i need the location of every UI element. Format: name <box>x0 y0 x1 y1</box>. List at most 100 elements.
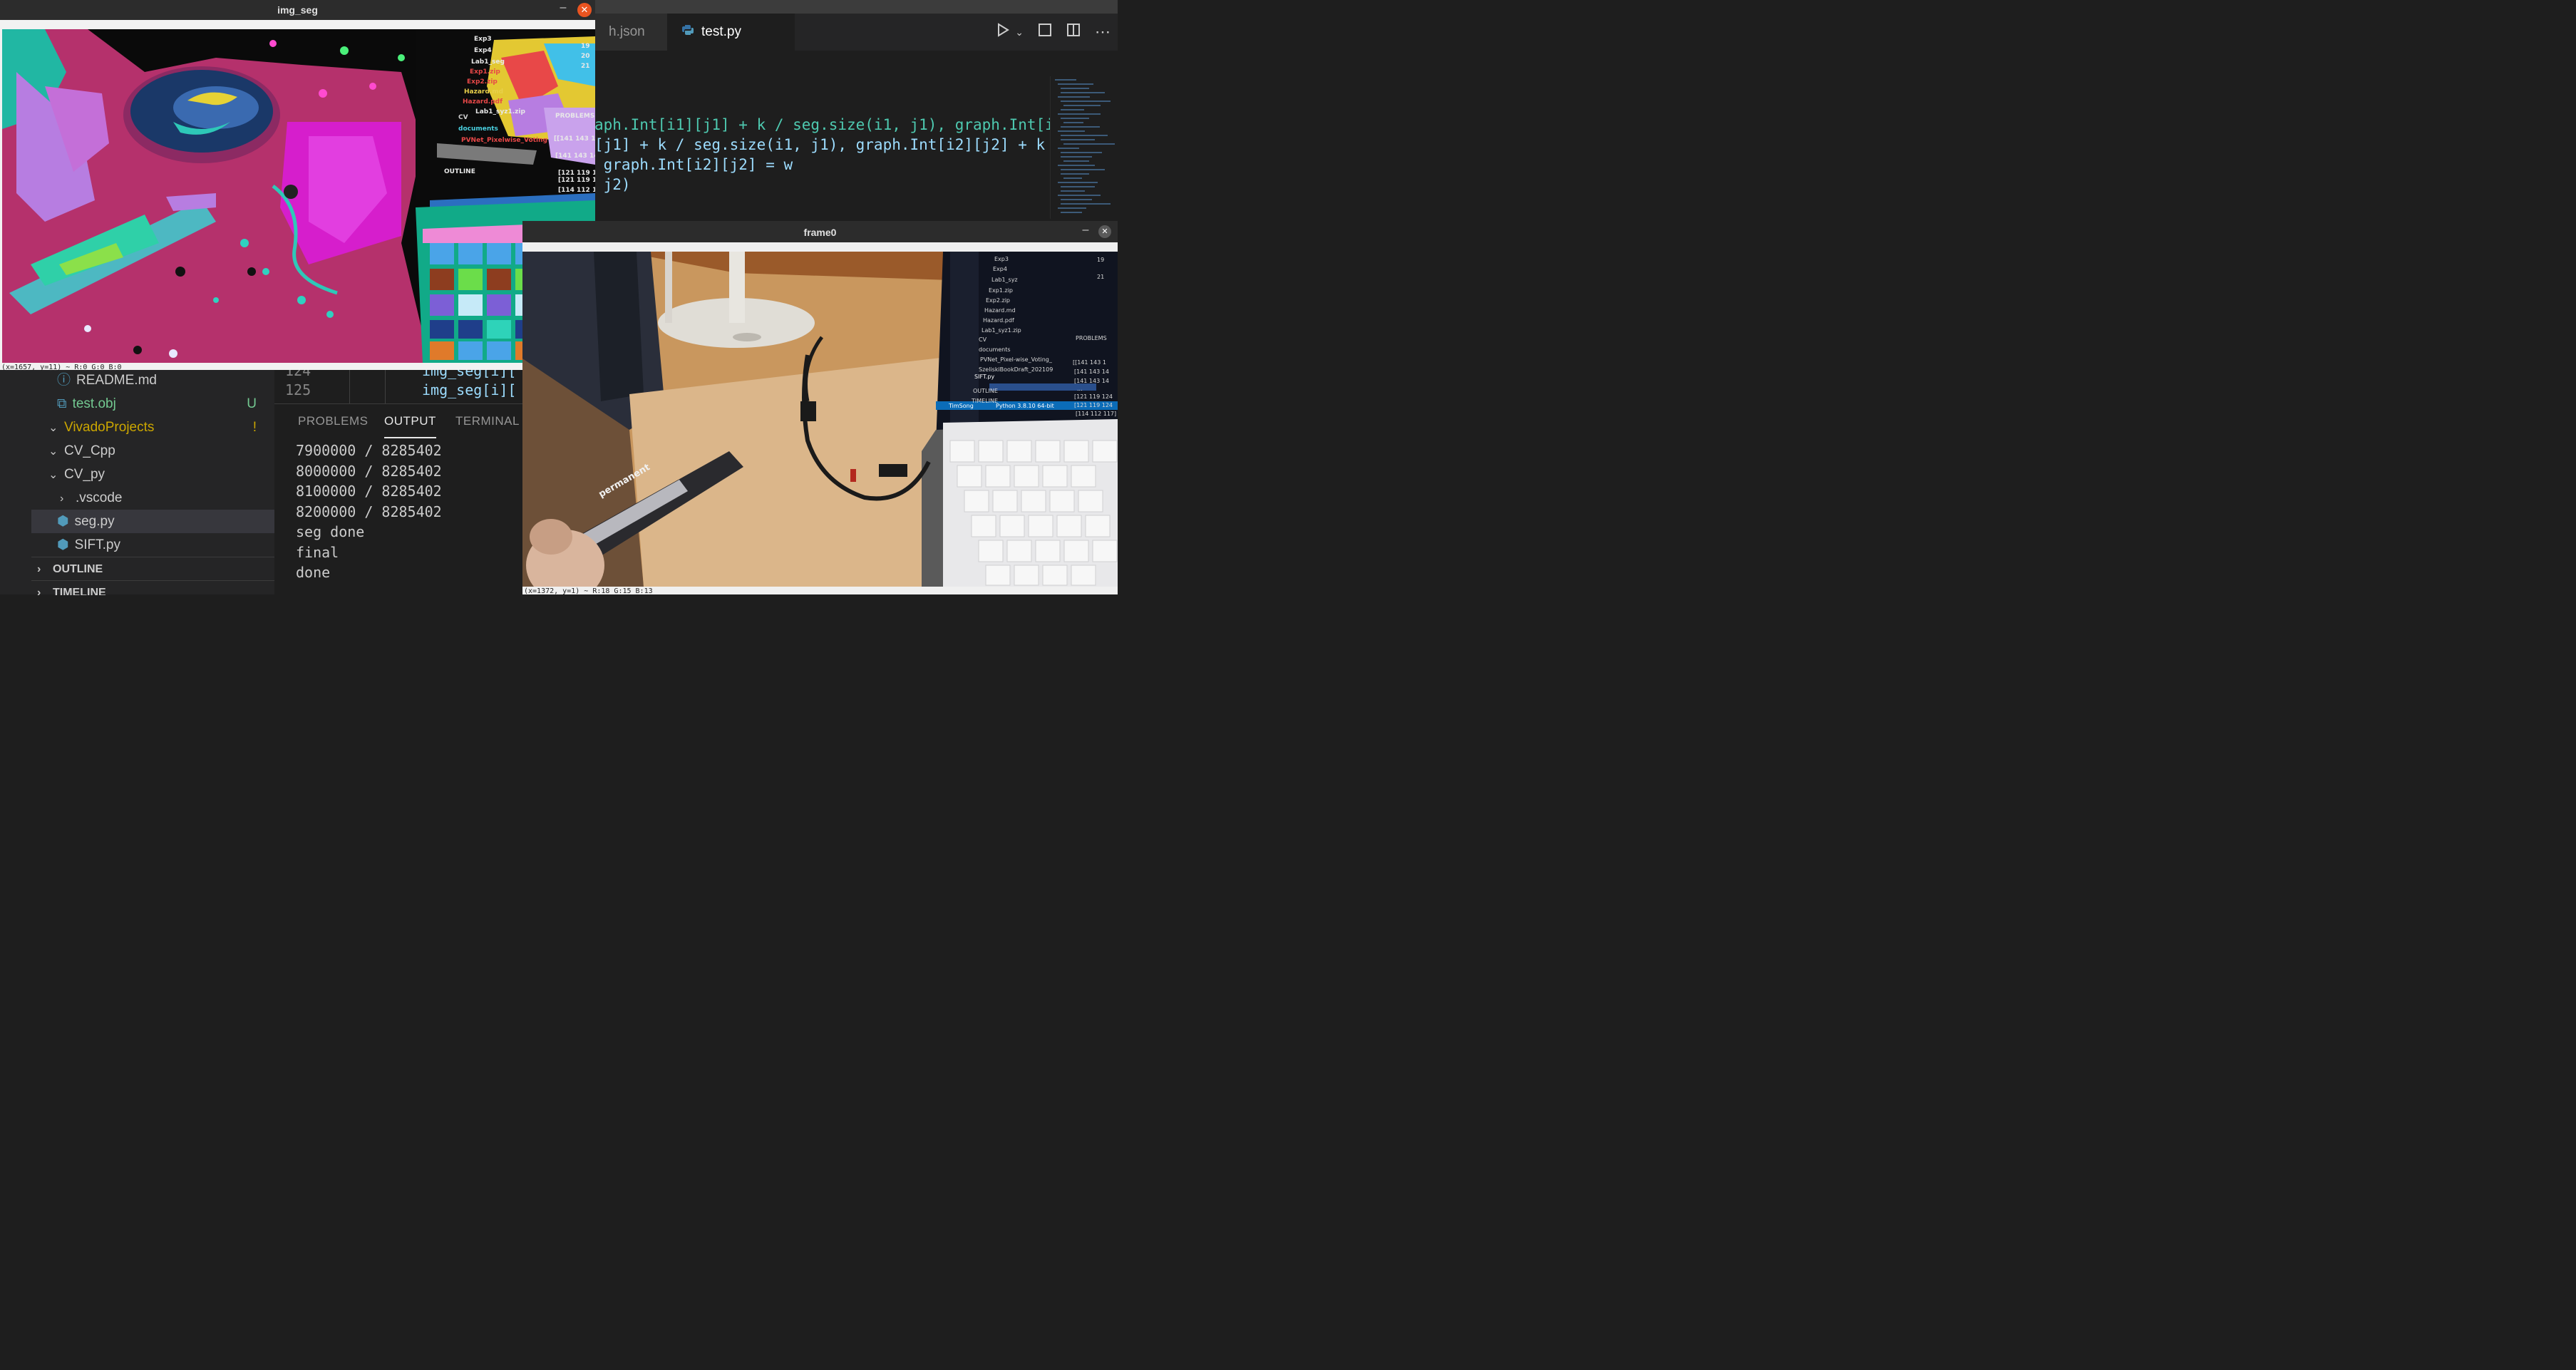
pixel-status-bar: (x=1372, y=1) ~ R:18 G:15 B:13 <box>524 587 653 595</box>
item-label: SIFT.py <box>74 537 120 552</box>
overlay-text: 19 <box>581 43 590 50</box>
tab-output[interactable]: OUTPUT <box>384 404 436 438</box>
tab-problems[interactable]: PROBLEMS <box>298 404 368 438</box>
output-line: done <box>296 564 331 581</box>
run-icon[interactable] <box>995 22 1011 42</box>
overlay-text: Exp2.zip <box>467 78 498 86</box>
code-line: graph.Int[i2][j2] = w <box>594 156 793 173</box>
explorer-item-test-obj[interactable]: ⧉ test.obj U <box>31 392 274 416</box>
git-warning-badge: ! <box>252 420 257 435</box>
overlay-text: [121 119 124 <box>558 177 595 184</box>
explorer-folder-cv-py[interactable]: ⌄ CV_py <box>31 463 274 486</box>
overlay-text: Exp2.zip <box>986 297 1010 304</box>
overlay-text: PROBLEMS <box>1076 335 1107 341</box>
output-line: 8000000 / 8285402 <box>296 462 442 480</box>
output-line: 8200000 / 8285402 <box>296 503 442 520</box>
overlay-text: OUTLINE <box>444 168 475 175</box>
camera-frame-image: Exp3 Exp4 Lab1_syz Exp1.zip Exp2.zip Haz… <box>522 252 1118 587</box>
line-number: 125 <box>285 381 311 398</box>
overlay-text: [[141 143 1 <box>554 135 595 143</box>
chevron-down-icon[interactable]: ⌄ <box>1015 26 1024 38</box>
chevron-right-icon: › <box>37 587 41 595</box>
section-label: TIMELINE <box>53 587 106 595</box>
overlay-text: [114 112 117] <box>1076 411 1116 417</box>
overlay-text: Hazard.md <box>984 307 1016 314</box>
overlay-text: Exp4 <box>474 47 492 54</box>
pixel-status-bar: (x=1657, y=11) ~ R:0 G:0 B:0 <box>1 364 122 371</box>
item-label: CV_Cpp <box>64 443 115 458</box>
timeline-section[interactable]: › TIMELINE <box>31 580 274 595</box>
overlay-text: Hazard.md <box>464 88 503 96</box>
overlay-text: Exp4 <box>993 266 1007 272</box>
overlay-text: 21 <box>1097 274 1104 280</box>
outline-section[interactable]: › OUTLINE <box>31 557 274 581</box>
explorer-folder-vivado[interactable]: ⌄ VivadoProjects ! <box>31 416 274 439</box>
code-line: j2) <box>594 176 631 193</box>
tab-test-py[interactable]: test.py <box>667 14 795 51</box>
overlay-text: documents <box>979 346 1011 353</box>
overlay-text: ... <box>1077 386 1083 392</box>
overlay-text: Exp1.zip <box>470 68 500 76</box>
chevron-down-icon: ⌄ <box>48 445 58 458</box>
overlay-text: [141 143 14 <box>1074 369 1109 375</box>
chevron-down-icon: ⌄ <box>48 422 58 434</box>
window-title: frame0 <box>803 227 837 238</box>
overlay-text: Exp1.zip <box>989 287 1013 294</box>
code-gutter: 124 125 img_seg[i][ img_seg[i][ <box>274 362 524 403</box>
minimap[interactable] <box>1050 76 1118 219</box>
output-line: seg done <box>296 523 365 540</box>
overlay-text: Python 3.8.10 64-bit <box>996 403 1054 409</box>
code-line: [j1] + k / seg.size(i1, j1), graph.Int[i… <box>594 136 1046 153</box>
split-editor-icon[interactable] <box>1066 23 1081 41</box>
overlay-text: documents <box>458 125 498 133</box>
bottom-panel: PROBLEMS OUTPUT TERMINAL 7900000 / 82854… <box>274 403 524 595</box>
img-seg-window: img_seg – ✕ Exp3 Exp4 Lab1_seg Exp1.zip … <box>0 0 595 371</box>
explorer-folder-vscode[interactable]: › .vscode <box>31 486 274 510</box>
overlay-text: Exp3 <box>994 256 1009 262</box>
tab-label: test.py <box>701 24 741 39</box>
output-line: 8100000 / 8285402 <box>296 483 442 500</box>
output-line: 7900000 / 8285402 <box>296 442 442 459</box>
explorer-item-seg-py[interactable]: ⬢ seg.py <box>31 510 274 533</box>
tab-terminal[interactable]: TERMINAL <box>455 404 520 438</box>
overlay-text: CV <box>458 114 468 121</box>
minimize-icon[interactable]: – <box>556 1 570 14</box>
window-titlebar[interactable]: img_seg – ✕ <box>0 0 595 20</box>
overlay-text: [141 143 14 <box>555 153 595 160</box>
overlay-text: [121 119 124 <box>1074 402 1113 408</box>
item-label: test.obj <box>72 396 116 411</box>
info-icon: ⓘ <box>57 373 71 388</box>
code-line: img_seg[i][ <box>422 381 517 398</box>
explorer-folder-cv-cpp[interactable]: ⌄ CV_Cpp <box>31 439 274 463</box>
python-file-icon <box>681 24 694 41</box>
overlay-text: Hazard.pdf <box>983 317 1014 324</box>
overlay-text: SzeliskiBookDraft_202109 <box>979 366 1053 373</box>
explorer-item-sift-py[interactable]: ⬢ SIFT.py <box>31 533 274 557</box>
explorer-item-readme[interactable]: ⓘ README.md <box>31 369 274 392</box>
tab-label: h.json <box>609 24 645 39</box>
overlay-text: OUTLINE <box>973 388 998 394</box>
overlay-text: TimSong <box>948 403 974 409</box>
minimize-icon[interactable]: – <box>1078 224 1093 237</box>
overlay-text: Lab1_seg <box>471 58 505 66</box>
overlay-text: 19 <box>1097 257 1104 263</box>
overlay-text: Lab1_syz1.zip <box>475 108 525 115</box>
more-actions-icon[interactable]: ⋯ <box>1095 23 1111 41</box>
item-label: .vscode <box>76 490 123 505</box>
toggle-panel-icon[interactable] <box>1038 23 1052 41</box>
overlay-text: SIFT.py <box>974 374 994 380</box>
overlay-text: Hazard.pdf <box>463 98 503 105</box>
overlay-text: Lab1_syz <box>991 277 1018 283</box>
overlay-text: [[141 143 1 <box>1073 359 1106 366</box>
close-icon[interactable]: ✕ <box>577 3 592 17</box>
close-icon[interactable]: ✕ <box>1098 225 1111 238</box>
item-label: VivadoProjects <box>64 420 155 435</box>
code-line: aph.Int[i1][j1] + k / seg.size(i1, j1), … <box>594 116 1054 133</box>
editor-actions: ⌄ ⋯ <box>995 14 1111 51</box>
window-title: img_seg <box>277 4 318 16</box>
chevron-right-icon: › <box>37 563 41 575</box>
window-titlebar[interactable]: frame0 – ✕ <box>522 221 1118 242</box>
git-untracked-badge: U <box>247 396 257 411</box>
overlay-text: PROBLEMS <box>555 113 594 120</box>
frame0-window: frame0 – ✕ Exp3 Exp4 Lab1_syz Exp1.zip E… <box>522 221 1118 595</box>
